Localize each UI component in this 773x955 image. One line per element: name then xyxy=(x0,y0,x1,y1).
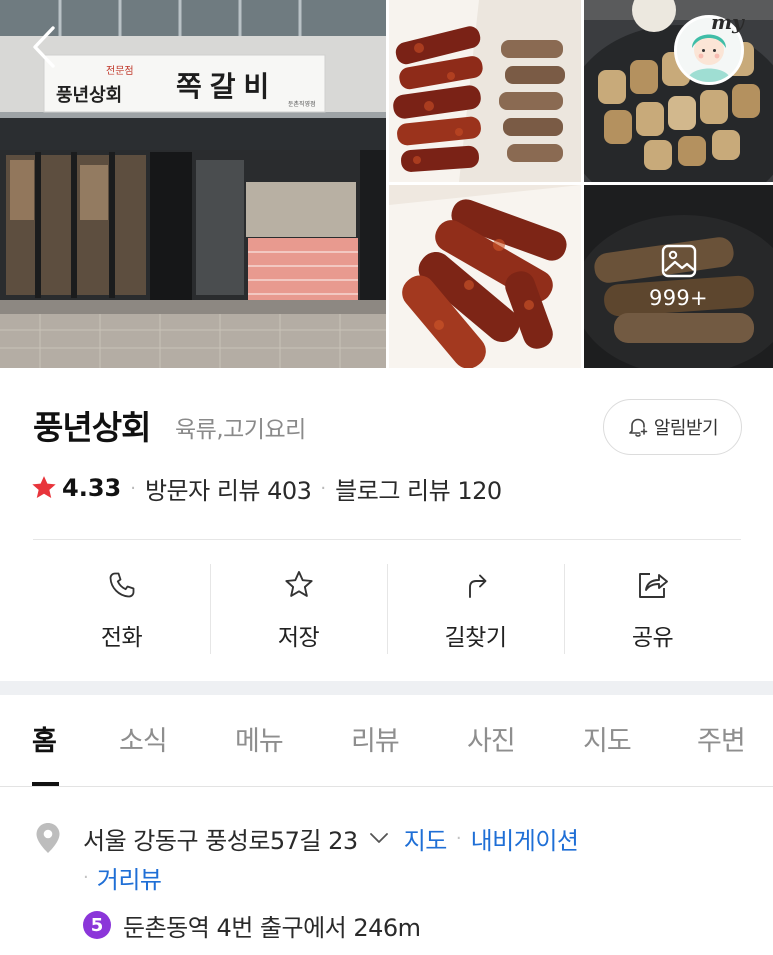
chevron-down-icon[interactable] xyxy=(368,827,390,849)
store-sign: 전문점 풍년상회 쪽갈비 둔촌직영점 xyxy=(44,55,325,112)
directions-button[interactable]: 길찾기 xyxy=(387,564,564,654)
street-view-row: · 거리뷰 xyxy=(83,860,162,895)
subway-row: 5 둔촌동역 4번 출구에서 246m xyxy=(83,907,421,943)
save-button[interactable]: 저장 xyxy=(210,564,387,654)
share-icon xyxy=(636,568,670,602)
separator-dot: · xyxy=(320,477,327,499)
store-sign-chain: 풍년상회 xyxy=(56,85,123,106)
food-photo-1[interactable] xyxy=(389,0,581,182)
divider xyxy=(33,539,741,540)
photo-gallery: 전문점 풍년상회 쪽갈비 둔촌직영점 999+ my xyxy=(0,0,773,368)
visitor-reviews-link[interactable]: 방문자 리뷰 403 xyxy=(145,471,312,506)
star-icon xyxy=(32,476,56,499)
sauced-ribs-illustration xyxy=(389,185,581,368)
tab-menu[interactable]: 메뉴 xyxy=(235,719,284,758)
chevron-left-icon xyxy=(33,26,55,68)
store-sign-main: 쪽갈비 xyxy=(176,70,278,103)
tab-reviews[interactable]: 리뷰 xyxy=(351,719,400,758)
address-row: 서울 강동구 풍성로57길 23 지도 · 내비게이션 xyxy=(83,820,579,856)
image-icon xyxy=(661,244,696,277)
phone-icon xyxy=(105,568,139,602)
grilled-ribs-illustration xyxy=(584,0,773,182)
star-outline-icon xyxy=(282,568,316,602)
turn-arrow-icon xyxy=(459,568,493,602)
call-label: 전화 xyxy=(100,625,143,651)
share-label: 공유 xyxy=(631,625,674,651)
tab-news[interactable]: 소식 xyxy=(119,719,168,758)
map-link[interactable]: 지도 xyxy=(404,821,448,856)
tab-bar-border xyxy=(0,786,773,787)
tab-map[interactable]: 지도 xyxy=(583,719,632,758)
street-view-link[interactable]: 거리뷰 xyxy=(97,860,162,895)
location-pin-icon xyxy=(36,823,60,853)
directions-label: 길찾기 xyxy=(444,625,507,651)
rating-row: 4.33 · 방문자 리뷰 403 · 블로그 리뷰 120 xyxy=(30,471,502,506)
profile-tag: my xyxy=(711,10,744,34)
store-sign-tagline: 전문점 xyxy=(106,66,134,77)
more-photos-overlay[interactable]: 999+ xyxy=(584,185,773,368)
tab-bar: 홈 소식 메뉴 리뷰 사진 지도 주변 xyxy=(0,695,773,787)
navigation-link[interactable]: 내비게이션 xyxy=(471,821,579,856)
place-category: 육류,고기요리 xyxy=(175,417,306,443)
food-photo-3[interactable] xyxy=(389,185,581,368)
rating-value: 4.33 xyxy=(62,474,122,502)
tab-nearby[interactable]: 주변 xyxy=(697,719,746,758)
notify-button-label: 알림받기 xyxy=(653,418,719,439)
subway-line-badge: 5 xyxy=(83,911,111,939)
ribs-illustration xyxy=(389,0,581,182)
more-photos-count: 999+ xyxy=(649,285,708,310)
tab-photos[interactable]: 사진 xyxy=(467,719,516,758)
address-text[interactable]: 서울 강동구 풍성로57길 23 xyxy=(83,821,358,856)
section-divider xyxy=(0,681,773,695)
action-bar: 전화 저장 길찾기 공유 xyxy=(33,564,741,654)
bell-plus-icon xyxy=(629,418,648,437)
call-button[interactable]: 전화 xyxy=(33,564,210,654)
place-name: 풍년상회 xyxy=(33,408,151,447)
store-sign-branch: 둔촌직영점 xyxy=(288,101,316,108)
subway-directions-text: 둔촌동역 4번 출구에서 246m xyxy=(123,913,421,942)
save-label: 저장 xyxy=(277,625,320,651)
separator-dot: · xyxy=(130,477,136,499)
share-button[interactable]: 공유 xyxy=(564,564,741,654)
tab-home[interactable]: 홈 xyxy=(32,719,57,758)
separator-dot: · xyxy=(83,866,89,888)
food-photo-2[interactable] xyxy=(584,0,773,182)
back-button[interactable] xyxy=(22,22,66,72)
separator-dot: · xyxy=(455,827,462,849)
blog-reviews-link[interactable]: 블로그 리뷰 120 xyxy=(335,471,502,506)
notify-button[interactable]: 알림받기 xyxy=(603,399,742,455)
